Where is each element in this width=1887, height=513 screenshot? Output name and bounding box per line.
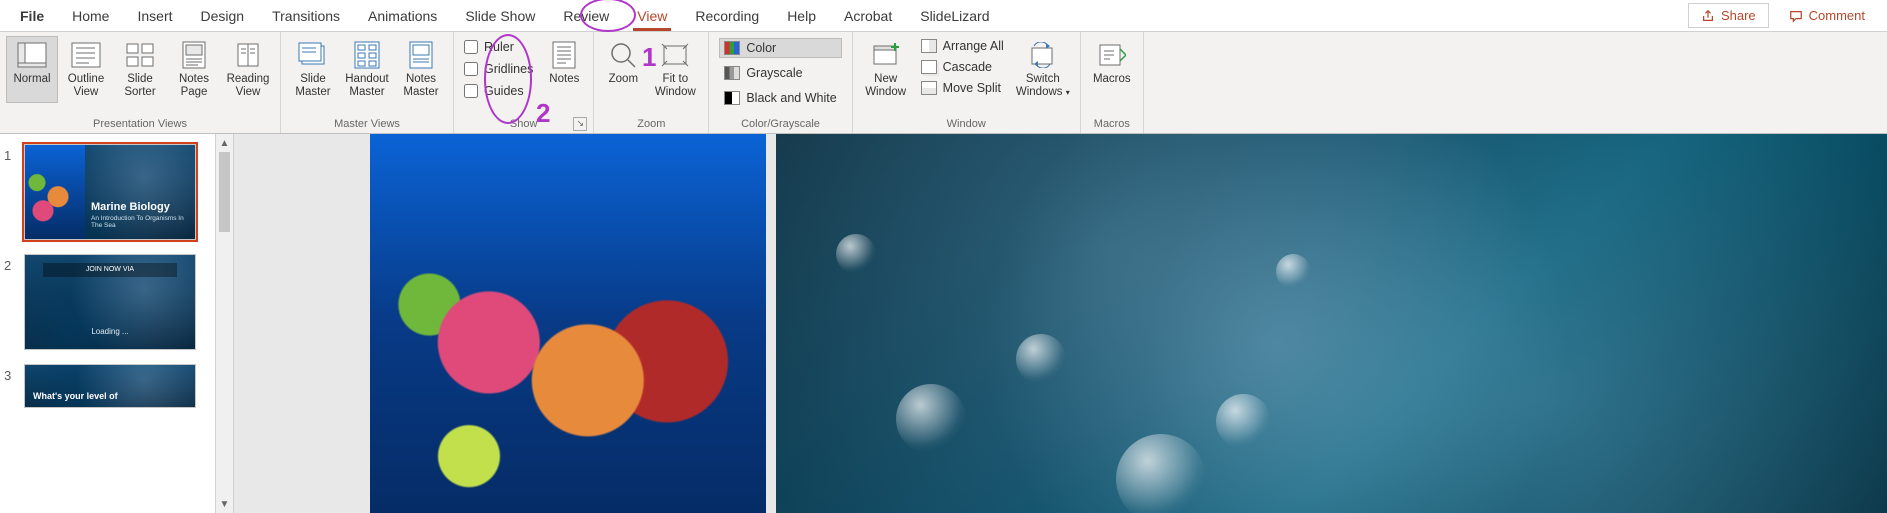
group-label-color: Color/Grayscale <box>715 116 845 133</box>
normal-view-icon <box>15 40 49 70</box>
macros-icon <box>1095 40 1129 70</box>
fit-to-window-button[interactable]: Fit to Window <box>648 36 702 103</box>
thumb-number-3: 3 <box>4 364 18 408</box>
ruler-checkbox[interactable]: Ruler <box>464 40 533 54</box>
zoom-icon <box>606 40 640 70</box>
dropdown-icon: ▾ <box>1066 88 1070 97</box>
group-label-show: Show ↘ <box>460 116 587 133</box>
arrange-all-button[interactable]: Arrange All <box>919 38 1006 54</box>
color-button[interactable]: Color <box>719 38 841 58</box>
slide-thumbnail-2[interactable]: JOIN NOW VIA Loading ... <box>24 254 196 350</box>
black-white-button[interactable]: Black and White <box>719 88 841 108</box>
group-zoom: Zoom Fit to Window Zoom <box>594 32 709 133</box>
scroll-up-button[interactable]: ▲ <box>216 134 233 152</box>
group-label-macros: Macros <box>1087 116 1137 133</box>
tab-home[interactable]: Home <box>58 2 123 30</box>
scroll-down-button[interactable]: ▼ <box>216 495 233 513</box>
zoom-button[interactable]: Zoom <box>600 36 646 103</box>
thumb-number-2: 2 <box>4 254 18 350</box>
fit-to-window-icon <box>658 40 692 70</box>
group-master-views: Slide Master Handout Master Notes Master… <box>281 32 454 133</box>
notes-icon <box>547 40 581 70</box>
scroll-thumb[interactable] <box>219 152 230 232</box>
slide-sorter-button[interactable]: Slide Sorter <box>114 36 166 103</box>
outline-view-icon <box>69 40 103 70</box>
new-window-icon <box>869 40 903 70</box>
tab-slidelizard[interactable]: SlideLizard <box>906 2 1003 30</box>
share-button[interactable]: Share <box>1688 3 1769 28</box>
arrange-all-icon <box>921 39 937 53</box>
slide-master-icon <box>296 40 330 70</box>
cascade-icon <box>921 60 937 74</box>
thumb-number-1: 1 <box>4 144 18 240</box>
new-window-button[interactable]: New Window <box>859 36 913 103</box>
show-launcher[interactable]: ↘ <box>573 117 587 131</box>
reading-view-icon <box>231 40 265 70</box>
slide-sorter-icon <box>123 40 157 70</box>
tab-right-controls: Share Comment <box>1688 3 1887 28</box>
tab-help[interactable]: Help <box>773 2 830 30</box>
tab-design[interactable]: Design <box>187 2 259 30</box>
macros-button[interactable]: Macros <box>1087 36 1137 103</box>
group-window: New Window Arrange All Cascade Move Spli… <box>853 32 1081 133</box>
tab-strip: File Home Insert Design Transitions Anim… <box>0 0 1887 32</box>
notes-button[interactable]: Notes <box>541 36 587 103</box>
ribbon: Normal Outline View Slide Sorter Notes P… <box>0 32 1887 134</box>
switch-windows-icon <box>1026 40 1060 70</box>
tab-file[interactable]: File <box>6 2 58 30</box>
slide-pane-right <box>776 134 1887 513</box>
switch-windows-button[interactable]: Switch Windows ▾ <box>1012 36 1074 103</box>
workspace: 1 Marine Biology An Introduction To Orga… <box>0 134 1887 513</box>
thumbnail-scrollbar[interactable]: ▲ ▼ <box>216 134 234 513</box>
comment-button[interactable]: Comment <box>1777 3 1877 28</box>
notes-master-button[interactable]: Notes Master <box>395 36 447 103</box>
scroll-track[interactable] <box>216 152 233 495</box>
group-presentation-views: Normal Outline View Slide Sorter Notes P… <box>0 32 281 133</box>
group-label-master-views: Master Views <box>287 116 447 133</box>
outline-view-button[interactable]: Outline View <box>60 36 112 103</box>
slide-pane-left <box>370 134 766 513</box>
group-color-grayscale: Color Grayscale Black and White Color/Gr… <box>709 32 852 133</box>
group-show: Ruler Gridlines Guides Notes Show ↘ <box>454 32 594 133</box>
cascade-button[interactable]: Cascade <box>919 59 1006 75</box>
notes-master-icon <box>404 40 438 70</box>
comment-icon <box>1789 9 1803 23</box>
tab-transitions[interactable]: Transitions <box>258 2 354 30</box>
group-label-zoom: Zoom <box>600 116 702 133</box>
tab-insert[interactable]: Insert <box>123 2 186 30</box>
normal-view-button[interactable]: Normal <box>6 36 58 103</box>
tab-slideshow[interactable]: Slide Show <box>451 2 549 30</box>
tab-acrobat[interactable]: Acrobat <box>830 2 906 30</box>
slide-master-button[interactable]: Slide Master <box>287 36 339 103</box>
notes-page-button[interactable]: Notes Page <box>168 36 220 103</box>
grayscale-button[interactable]: Grayscale <box>719 63 841 83</box>
share-icon <box>1701 9 1715 23</box>
slide-thumbnail-3[interactable]: What's your level of <box>24 364 196 408</box>
notes-page-icon <box>177 40 211 70</box>
slide-thumbnail-panel: 1 Marine Biology An Introduction To Orga… <box>0 134 216 513</box>
tab-review[interactable]: Review <box>549 2 623 30</box>
move-split-icon <box>921 81 937 95</box>
slide-editor[interactable] <box>234 134 1887 513</box>
gridlines-checkbox[interactable]: Gridlines <box>464 62 533 76</box>
handout-master-button[interactable]: Handout Master <box>341 36 393 103</box>
tab-view[interactable]: View <box>623 2 681 30</box>
guides-checkbox[interactable]: Guides <box>464 84 533 98</box>
group-macros: Macros Macros <box>1081 32 1144 133</box>
tab-animations[interactable]: Animations <box>354 2 451 30</box>
tab-recording[interactable]: Recording <box>681 2 773 30</box>
handout-master-icon <box>350 40 384 70</box>
reading-view-button[interactable]: Reading View <box>222 36 274 103</box>
group-label-window: Window <box>859 116 1074 133</box>
slide-thumbnail-1[interactable]: Marine Biology An Introduction To Organi… <box>24 144 196 240</box>
group-label-presentation-views: Presentation Views <box>6 116 274 133</box>
move-split-button[interactable]: Move Split <box>919 80 1006 96</box>
